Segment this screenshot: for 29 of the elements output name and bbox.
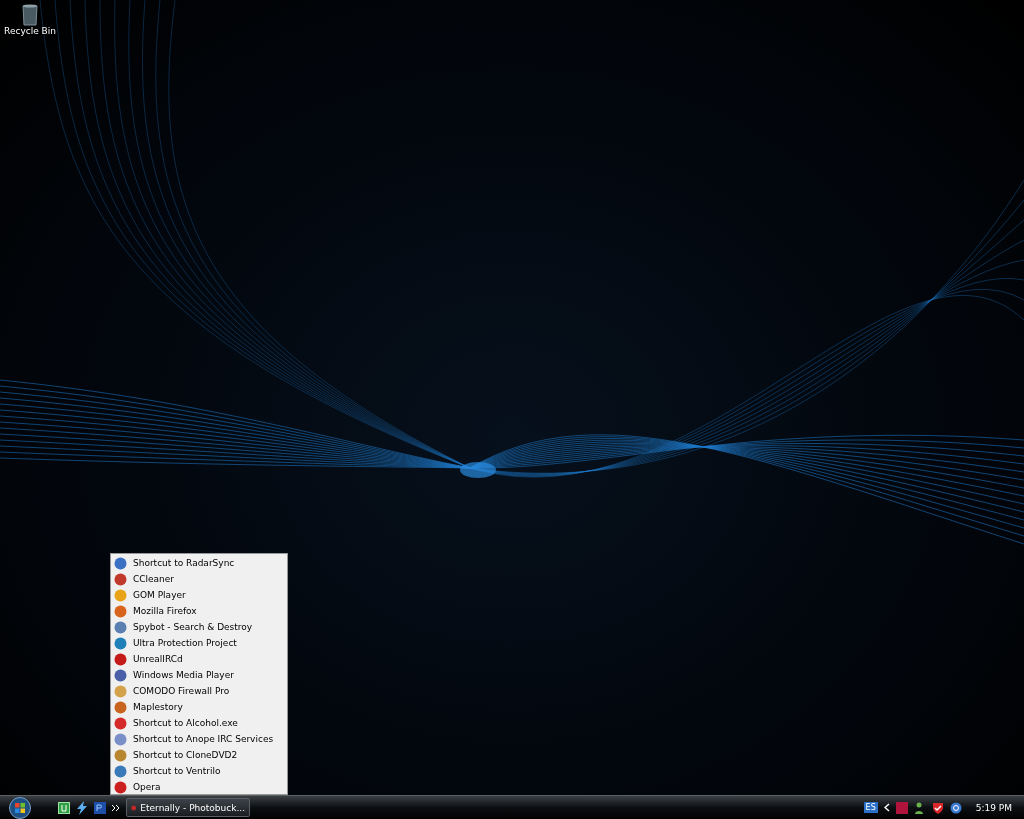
- desktop-icon-label[interactable]: Recycle Bin: [4, 26, 56, 36]
- menu-item[interactable]: Mozilla Firefox: [133, 606, 197, 616]
- language-indicator[interactable]: ES: [863, 802, 878, 813]
- clock[interactable]: 5:19 PM: [975, 802, 1012, 813]
- menu-item[interactable]: COMODO Firewall Pro: [133, 686, 230, 696]
- menu-item[interactable]: Ultra Protection Project: [133, 638, 237, 648]
- menu-item[interactable]: Shortcut to Anope IRC Services: [133, 734, 274, 744]
- app-icon[interactable]: [58, 801, 70, 814]
- menu-item[interactable]: CCleaner: [133, 574, 175, 584]
- shield-check-icon[interactable]: [931, 801, 944, 814]
- menu-item[interactable]: Shortcut to CloneDVD2: [133, 750, 238, 760]
- menu-item[interactable]: GOM Player: [133, 590, 186, 600]
- menu-item[interactable]: Maplestory: [133, 702, 183, 712]
- lightning-icon[interactable]: [76, 800, 88, 815]
- chevron-icon[interactable]: [112, 803, 120, 812]
- menu-item[interactable]: UnrealIRCd: [133, 654, 183, 664]
- start-button[interactable]: [6, 796, 34, 819]
- app-icon[interactable]: [94, 801, 106, 814]
- menu-item[interactable]: Shortcut to Alcohol.exe: [133, 718, 238, 728]
- menu-item[interactable]: Shortcut to RadarSync: [133, 558, 235, 568]
- menu-item[interactable]: Opera: [133, 782, 161, 792]
- menu-item[interactable]: Spybot - Search & Destroy: [133, 622, 253, 632]
- taskbar-button[interactable]: Eternally - Photobuck...: [126, 798, 250, 817]
- menu-item[interactable]: Windows Media Player: [133, 670, 234, 680]
- menu-item[interactable]: Shortcut to Ventrilo: [133, 766, 221, 776]
- chevron-icon[interactable]: [883, 803, 890, 812]
- user-icon[interactable]: [913, 801, 926, 814]
- tray-app-icon[interactable]: [949, 801, 962, 814]
- trash-can-icon[interactable]: [22, 4, 38, 26]
